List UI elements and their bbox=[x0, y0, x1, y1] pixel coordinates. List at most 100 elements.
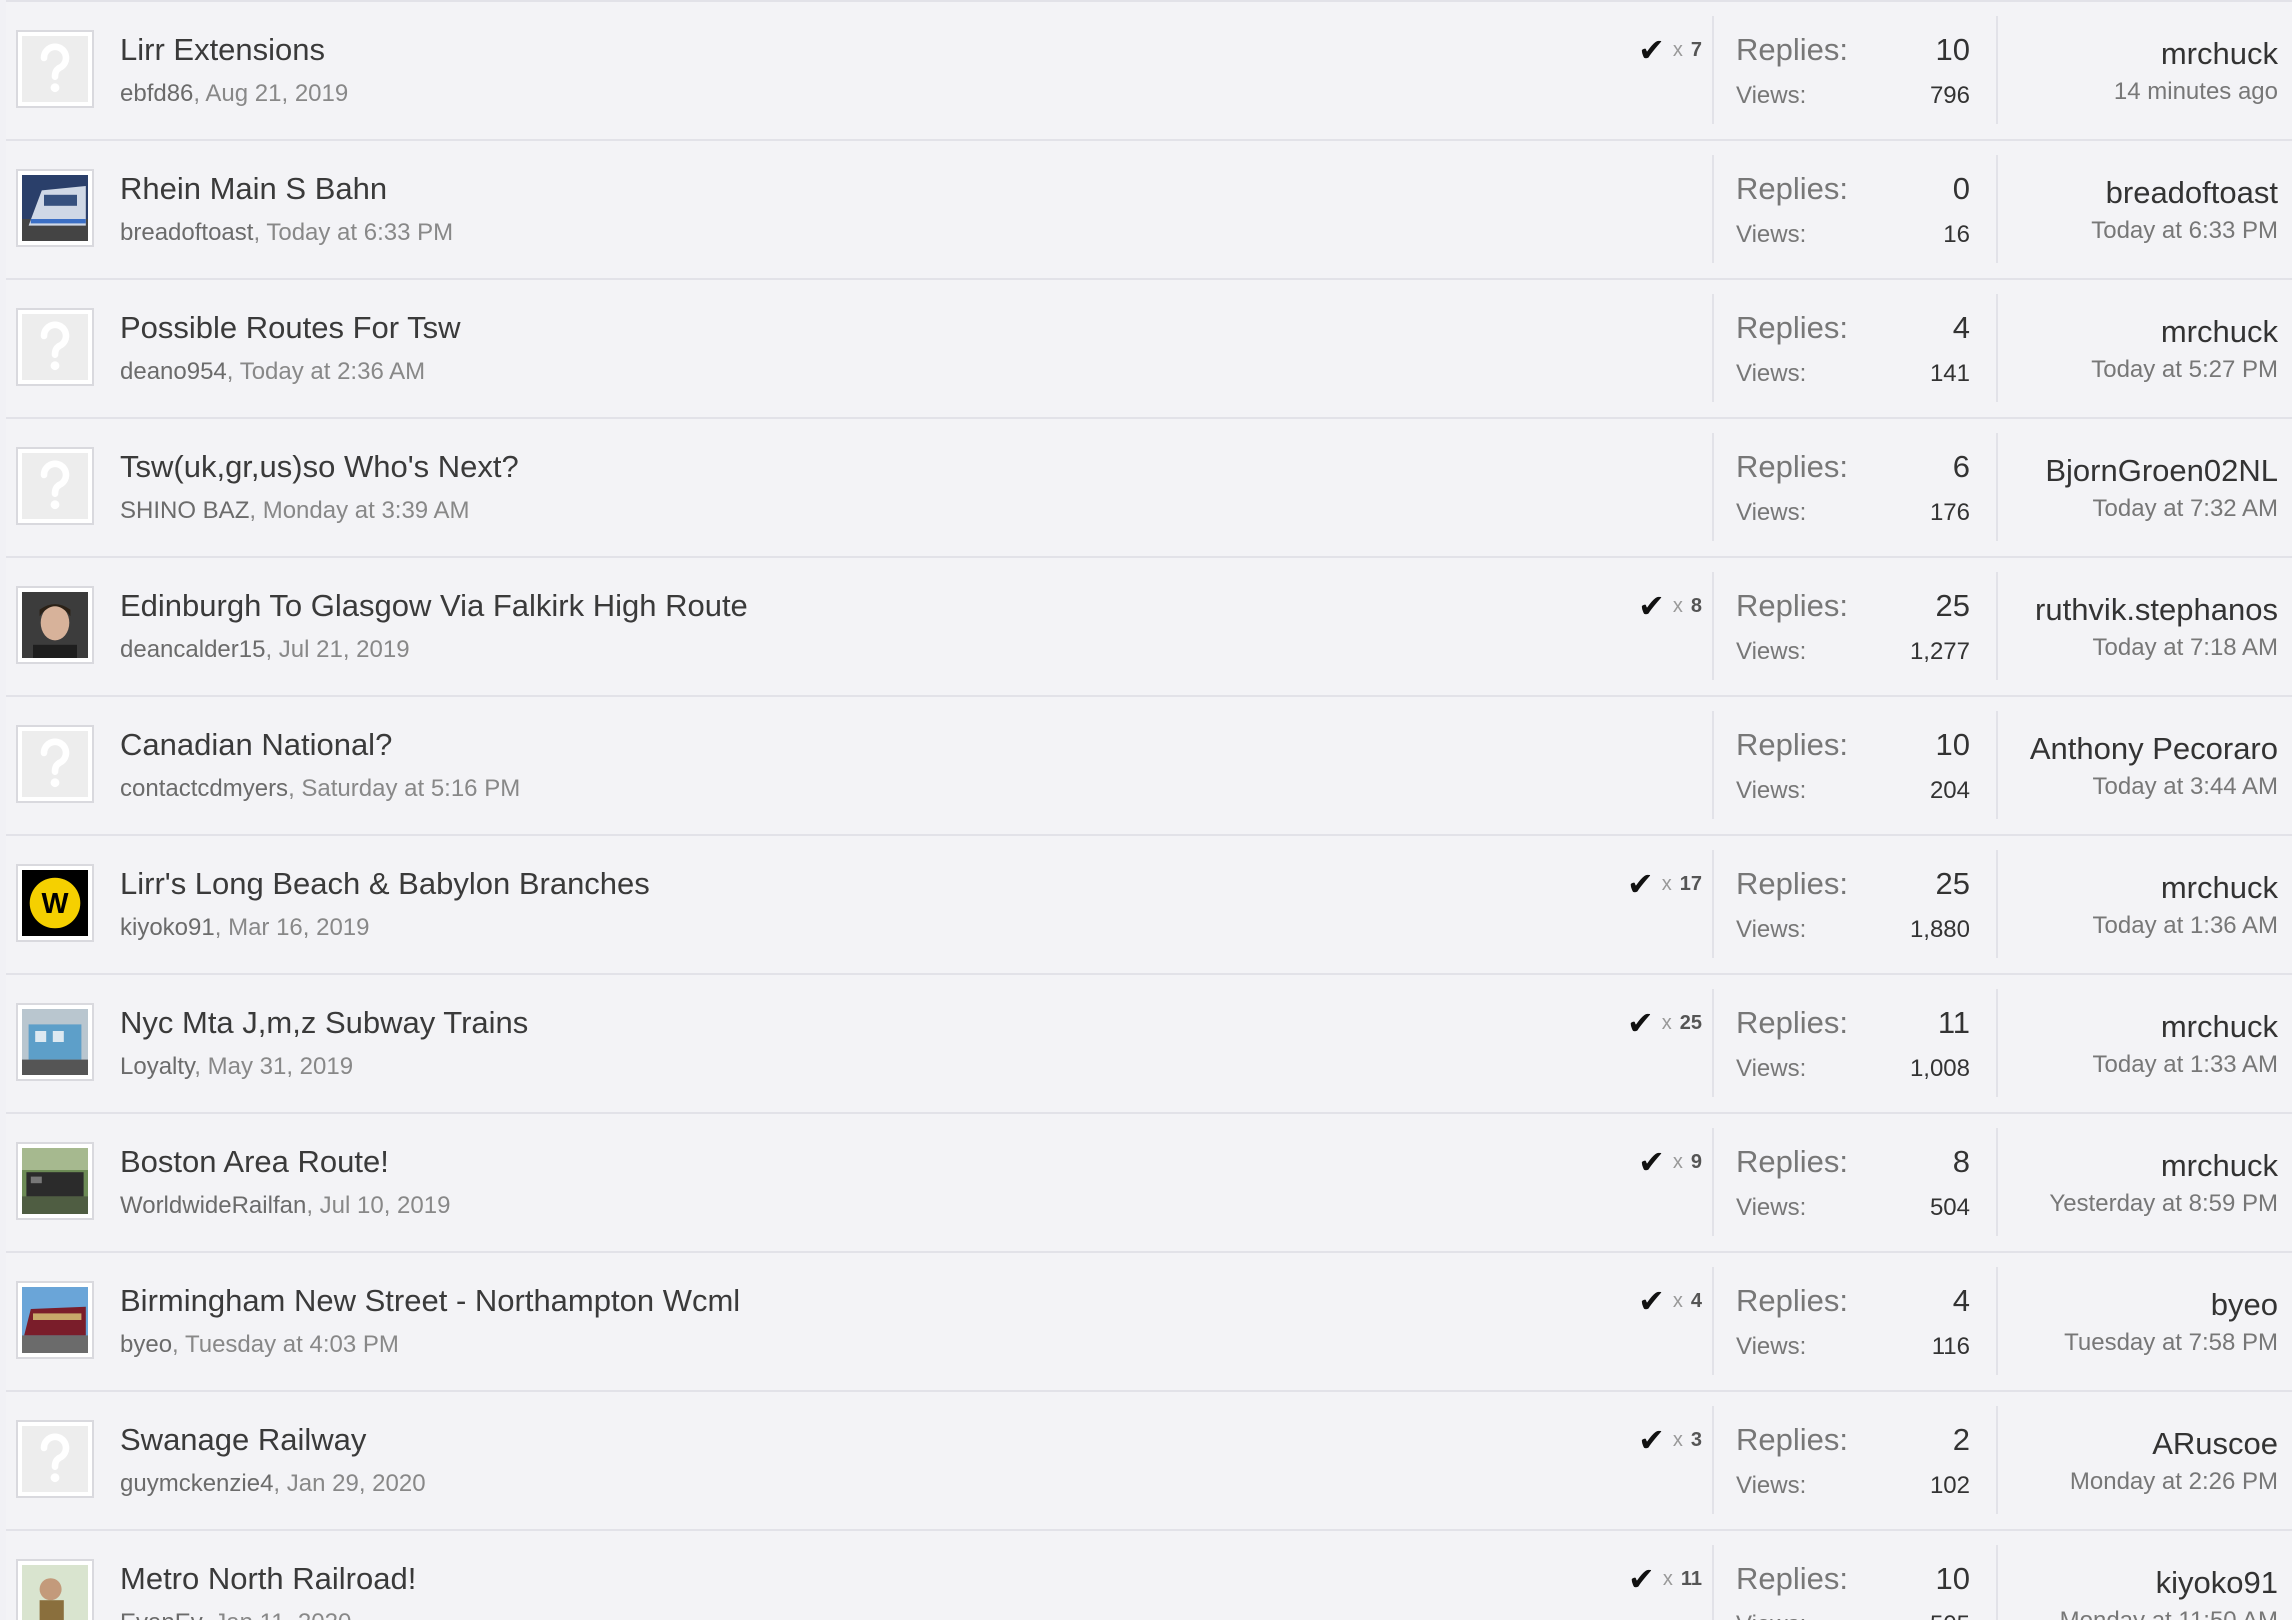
last-poster[interactable]: byeo bbox=[2064, 1287, 2278, 1323]
last-poster[interactable]: ruthvik.stephanos bbox=[2035, 592, 2278, 628]
thread-start-date[interactable]: Saturday at 5:16 PM bbox=[301, 775, 520, 802]
thread-title[interactable]: Lirr Extensions bbox=[120, 32, 325, 68]
thread-start-date[interactable]: Mar 16, 2019 bbox=[228, 914, 369, 941]
last-post-time[interactable]: 14 minutes ago bbox=[2114, 78, 2278, 106]
last-post: mrchuck Today at 1:33 AM bbox=[2093, 1009, 2278, 1079]
thread-row[interactable]: Nyc Mta J,m,z Subway Trains Loyalty, May … bbox=[6, 973, 2292, 1112]
last-poster[interactable]: mrchuck bbox=[2093, 1009, 2278, 1045]
thread-start-date[interactable]: Jul 10, 2019 bbox=[320, 1192, 451, 1219]
thread-start-date[interactable]: Jan 29, 2020 bbox=[287, 1470, 426, 1497]
thread-author[interactable]: guymckenzie4 bbox=[120, 1470, 273, 1497]
last-post-time[interactable]: Monday at 11:50 AM bbox=[2060, 1607, 2278, 1620]
subway-photo-avatar[interactable] bbox=[16, 1003, 94, 1081]
placeholder-avatar[interactable] bbox=[16, 308, 94, 386]
last-poster[interactable]: BjornGroen02NL bbox=[2045, 453, 2278, 489]
thread-title[interactable]: Birmingham New Street - Northampton Wcml bbox=[120, 1283, 740, 1319]
thread-author[interactable]: deano954 bbox=[120, 358, 227, 385]
views-count: 141 bbox=[1929, 360, 1970, 387]
thread-row[interactable]: Metro North Railroad! EvanEv, Jan 11, 202… bbox=[6, 1529, 2292, 1620]
last-post-time[interactable]: Today at 1:36 AM bbox=[2093, 912, 2278, 940]
thread-row[interactable]: Birmingham New Street - Northampton Wcml… bbox=[6, 1251, 2292, 1390]
thread-author[interactable]: WorldwideRailfan bbox=[120, 1192, 306, 1219]
views-count: 505 bbox=[1930, 1611, 1970, 1620]
thread-start-date[interactable]: Jan 11, 2020 bbox=[214, 1609, 351, 1620]
check-icon: ✔ bbox=[1638, 1144, 1665, 1180]
thread-author[interactable]: ebfd86 bbox=[120, 80, 193, 107]
thread-title[interactable]: Tsw(uk,gr,us)so Who's Next? bbox=[120, 449, 519, 485]
thread-row[interactable]: Tsw(uk,gr,us)so Who's Next? SHINO BAZ, Mo… bbox=[6, 417, 2292, 556]
thread-row[interactable]: Possible Routes For Tsw deano954, Today a… bbox=[6, 278, 2292, 417]
thread-title[interactable]: Lirr's Long Beach & Babylon Branches bbox=[120, 866, 650, 902]
thread-row[interactable]: Rhein Main S Bahn breadoftoast, Today at … bbox=[6, 139, 2292, 278]
likes-multiplier: x bbox=[1661, 872, 1672, 895]
placeholder-avatar[interactable] bbox=[16, 1420, 94, 1498]
thread-row[interactable]: W Lirr's Long Beach & Babylon Branches kiy… bbox=[6, 834, 2292, 973]
thread-author[interactable]: EvanEv bbox=[120, 1609, 201, 1620]
thread-author[interactable]: Loyalty bbox=[120, 1053, 194, 1080]
train-photo-avatar[interactable] bbox=[16, 169, 94, 247]
thread-row[interactable]: Swanage Railway guymckenzie4, Jan 29, 202… bbox=[6, 1390, 2292, 1529]
last-poster[interactable]: mrchuck bbox=[2114, 36, 2278, 72]
views-label: Views: bbox=[1736, 777, 1807, 804]
thread-start-date[interactable]: Monday at 3:39 AM bbox=[263, 497, 470, 524]
thread-meta: deancalder15, Jul 21, 2019 bbox=[120, 636, 410, 664]
thread-start-date[interactable]: Today at 6:33 PM bbox=[266, 219, 453, 246]
thread-meta: ebfd86, Aug 21, 2019 bbox=[120, 80, 348, 108]
last-post-time[interactable]: Today at 5:27 PM bbox=[2091, 356, 2278, 384]
thread-author[interactable]: breadoftoast bbox=[120, 219, 253, 246]
thread-title[interactable]: Edinburgh To Glasgow Via Falkirk High Ro… bbox=[120, 588, 748, 624]
thread-row[interactable]: Canadian National? contactcdmyers, Saturd… bbox=[6, 695, 2292, 834]
last-post: kiyoko91 Monday at 11:50 AM bbox=[2060, 1565, 2278, 1620]
thread-stats: Replies: 25 Views: 1,277 bbox=[1712, 572, 1998, 680]
last-poster[interactable]: mrchuck bbox=[2091, 314, 2278, 350]
last-post-time[interactable]: Today at 7:18 AM bbox=[2035, 634, 2278, 662]
thread-meta: SHINO BAZ, Monday at 3:39 AM bbox=[120, 497, 470, 525]
last-post-time[interactable]: Today at 7:32 AM bbox=[2045, 495, 2278, 523]
last-post-time[interactable]: Today at 3:44 AM bbox=[2030, 773, 2278, 801]
thread-start-date[interactable]: Aug 21, 2019 bbox=[205, 80, 348, 107]
last-post-time[interactable]: Today at 6:33 PM bbox=[2091, 217, 2278, 245]
thread-start-date[interactable]: May 31, 2019 bbox=[208, 1053, 353, 1080]
placeholder-avatar[interactable] bbox=[16, 30, 94, 108]
likes-multiplier: x bbox=[1672, 1428, 1683, 1451]
thread-start-date[interactable]: Tuesday at 4:03 PM bbox=[185, 1331, 399, 1358]
thread-row[interactable]: Boston Area Route! WorldwideRailfan, Jul … bbox=[6, 1112, 2292, 1251]
thread-title[interactable]: Possible Routes For Tsw bbox=[120, 310, 461, 346]
placeholder-avatar[interactable] bbox=[16, 725, 94, 803]
thread-stats: Replies: 6 Views: 176 bbox=[1712, 433, 1998, 541]
last-post-time[interactable]: Monday at 2:26 PM bbox=[2070, 1468, 2278, 1496]
red-train-photo-avatar[interactable] bbox=[16, 1281, 94, 1359]
thread-start-date[interactable]: Jul 21, 2019 bbox=[279, 636, 410, 663]
child-photo-avatar[interactable] bbox=[16, 1559, 94, 1620]
thread-start-date[interactable]: Today at 2:36 AM bbox=[240, 358, 425, 385]
thread-title[interactable]: Metro North Railroad! bbox=[120, 1561, 416, 1597]
last-post-time[interactable]: Tuesday at 7:58 PM bbox=[2064, 1329, 2278, 1357]
thread-title[interactable]: Boston Area Route! bbox=[120, 1144, 389, 1180]
last-poster[interactable]: breadoftoast bbox=[2091, 175, 2278, 211]
w-logo-avatar[interactable]: W bbox=[16, 864, 94, 942]
thread-author[interactable]: deancalder15 bbox=[120, 636, 265, 663]
thread-title[interactable]: Canadian National? bbox=[120, 727, 392, 763]
thread-row[interactable]: Edinburgh To Glasgow Via Falkirk High Ro… bbox=[6, 556, 2292, 695]
views-label: Views: bbox=[1736, 221, 1807, 248]
thread-title[interactable]: Rhein Main S Bahn bbox=[120, 171, 387, 207]
thread-author[interactable]: byeo bbox=[120, 1331, 172, 1358]
last-post-time[interactable]: Yesterday at 8:59 PM bbox=[2049, 1190, 2278, 1218]
thread-row[interactable]: Lirr Extensions ebfd86, Aug 21, 2019 ✔ x 7 Re… bbox=[6, 0, 2292, 139]
last-poster[interactable]: Anthony Pecoraro bbox=[2030, 731, 2278, 767]
thread-title[interactable]: Nyc Mta J,m,z Subway Trains bbox=[120, 1005, 528, 1041]
last-poster[interactable]: ARuscoe bbox=[2070, 1426, 2278, 1462]
thread-author[interactable]: kiyoko91 bbox=[120, 914, 215, 941]
placeholder-avatar[interactable] bbox=[16, 447, 94, 525]
last-poster[interactable]: mrchuck bbox=[2093, 870, 2278, 906]
last-poster[interactable]: mrchuck bbox=[2049, 1148, 2278, 1184]
thread-author[interactable]: SHINO BAZ bbox=[120, 497, 249, 524]
person-photo-avatar[interactable] bbox=[16, 586, 94, 664]
last-poster[interactable]: kiyoko91 bbox=[2060, 1565, 2278, 1601]
locomotive-photo-avatar[interactable] bbox=[16, 1142, 94, 1220]
thread-title[interactable]: Swanage Railway bbox=[120, 1422, 366, 1458]
likes-count: 9 bbox=[1690, 1150, 1702, 1173]
replies-label: Replies: bbox=[1736, 1005, 1848, 1040]
thread-author[interactable]: contactcdmyers bbox=[120, 775, 288, 802]
last-post-time[interactable]: Today at 1:33 AM bbox=[2093, 1051, 2278, 1079]
